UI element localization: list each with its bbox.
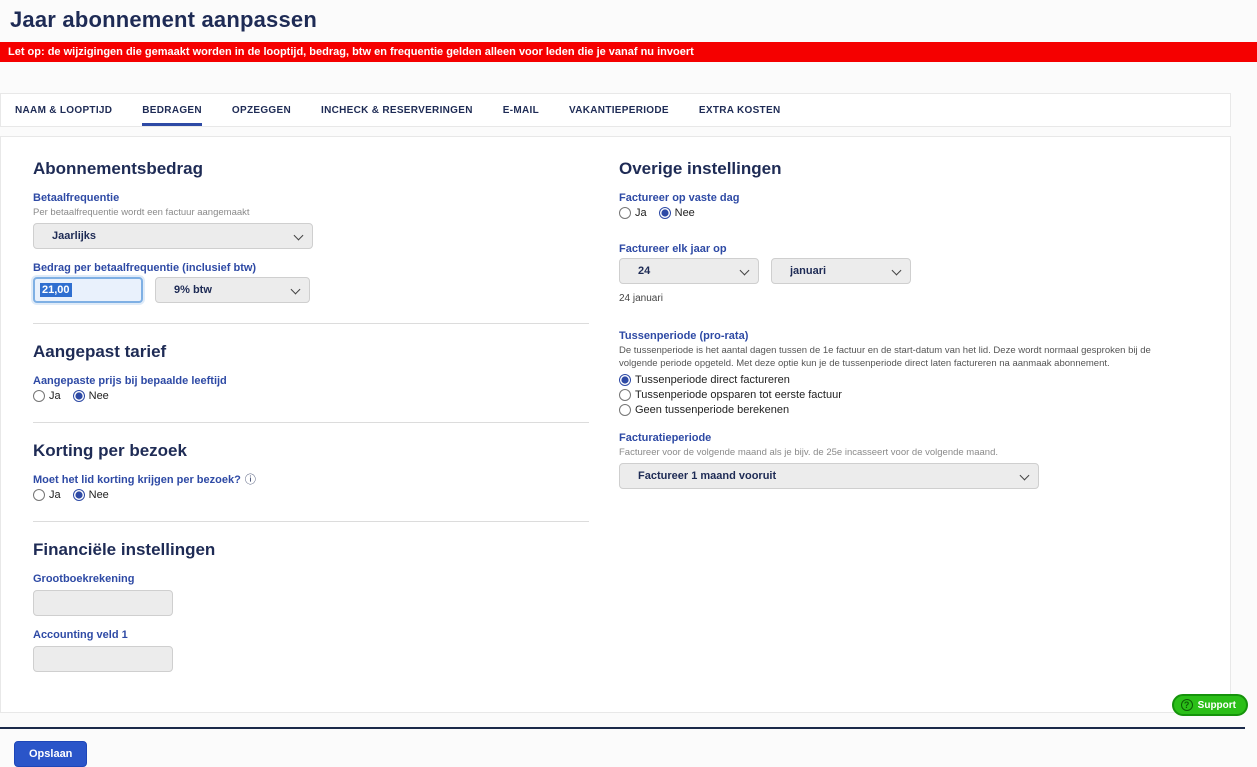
vaste-dag-label: Factureer op vaste dag	[619, 192, 740, 204]
tussenperiode-radios: Tussenperiode direct factureren Tussenpe…	[619, 374, 1200, 416]
tab-naam-looptijd[interactable]: NAAM & LOOPTIJD	[15, 94, 112, 126]
btw-select-wrap: 9% btw	[155, 277, 310, 303]
divider	[33, 422, 589, 423]
divider	[33, 521, 589, 522]
elk-jaar-label: Factureer elk jaar op	[619, 243, 727, 255]
financieel-heading: Financiële instellingen	[33, 540, 216, 559]
bedrag-row: 21,00 9% btw	[33, 277, 589, 303]
aangepast-tarief-nee[interactable]: Nee	[72, 390, 109, 402]
tussenperiode-direct[interactable]: Tussenperiode direct factureren	[619, 374, 1200, 386]
korting-label-text: Moet het lid korting krijgen per bezoek?	[33, 474, 241, 486]
vaste-dag-ja[interactable]: Ja	[619, 207, 647, 219]
korting-label: Moet het lid korting krijgen per bezoek?…	[33, 474, 589, 486]
korting-ja[interactable]: Ja	[33, 489, 61, 501]
left-column: Abonnementsbedrag Betaalfrequentie Per b…	[33, 141, 589, 672]
overige-instellingen-heading: Overige instellingen	[619, 159, 782, 178]
maand-select-wrap: januari	[771, 258, 911, 284]
radio-label: Tussenperiode direct factureren	[635, 374, 790, 386]
korting-nee[interactable]: Nee	[72, 489, 109, 501]
page-title: Jaar abonnement aanpassen	[10, 7, 318, 32]
dag-select-wrap: 24	[619, 258, 759, 284]
vaste-dag-nee[interactable]: Nee	[658, 207, 695, 219]
elk-jaar-summary: 24 januari	[619, 293, 663, 304]
info-icon: ⓘ	[244, 473, 256, 486]
bottom-divider	[0, 727, 1245, 729]
bedrag-value: 21,00	[40, 283, 72, 297]
radio-label: Nee	[88, 390, 109, 402]
bedrag-label: Bedrag per betaalfrequentie (inclusief b…	[33, 262, 257, 274]
tussenperiode-geen[interactable]: Geen tussenperiode berekenen	[619, 404, 1200, 416]
grootboek-label: Grootboekrekening	[33, 573, 135, 585]
betaalfrequentie-help: Per betaalfrequentie wordt een factuur a…	[33, 207, 250, 218]
tab-bedragen[interactable]: BEDRAGEN	[142, 94, 202, 126]
radio-label: Tussenperiode opsparen tot eerste factuu…	[635, 389, 842, 401]
tussenperiode-help: De tussenperiode is het aantal dagen tus…	[619, 345, 1151, 369]
abonnementsbedrag-heading: Abonnementsbedrag	[33, 159, 204, 178]
support-button[interactable]: ? Support	[1171, 694, 1248, 716]
aangepast-tarief-heading: Aangepast tarief	[33, 342, 167, 361]
warning-banner: Let op: de wijzigingen die gemaakt worde…	[0, 42, 1257, 62]
divider	[33, 323, 589, 324]
facturatieperiode-select-wrap: Factureer 1 maand vooruit	[619, 463, 1039, 489]
aangepast-tarief-nee-radio[interactable]	[72, 390, 85, 402]
elk-jaar-row: 24 januari	[619, 258, 1200, 284]
facturatieperiode-help: Factureer voor de volgende maand als je …	[619, 447, 998, 458]
accounting-label: Accounting veld 1	[33, 629, 128, 641]
grootboekrekening-input[interactable]	[33, 590, 173, 616]
tab-opzeggen[interactable]: OPZEGGEN	[232, 94, 291, 126]
tussenperiode-label: Tussenperiode (pro-rata)	[619, 330, 749, 342]
support-label: Support	[1197, 699, 1236, 711]
tab-incheck-reserveringen[interactable]: INCHECK & RESERVERINGEN	[321, 94, 473, 126]
tussenperiode-opsparen-radio[interactable]	[619, 389, 631, 401]
content-card: Abonnementsbedrag Betaalfrequentie Per b…	[0, 136, 1231, 713]
radio-label: Nee	[674, 207, 695, 219]
bedrag-input[interactable]: 21,00	[33, 277, 143, 303]
aangepast-tarief-radios: Ja Nee	[33, 390, 589, 402]
korting-radios: Ja Nee	[33, 489, 589, 501]
tussenperiode-direct-radio[interactable]	[619, 374, 631, 386]
facturatieperiode-select[interactable]: Factureer 1 maand vooruit	[619, 463, 1039, 489]
maand-select[interactable]: januari	[771, 258, 911, 284]
korting-nee-radio[interactable]	[72, 489, 85, 501]
btw-select[interactable]: 9% btw	[155, 277, 310, 303]
vaste-dag-ja-radio[interactable]	[619, 207, 631, 219]
tussenperiode-opsparen[interactable]: Tussenperiode opsparen tot eerste factuu…	[619, 389, 1200, 401]
vaste-dag-radios: Ja Nee	[619, 207, 1200, 219]
warning-text: Let op: de wijzigingen die gemaakt worde…	[8, 46, 694, 58]
facturatieperiode-label: Facturatieperiode	[619, 432, 712, 444]
accounting-veld-input[interactable]	[33, 646, 173, 672]
radio-label: Ja	[49, 390, 61, 402]
aangepast-tarief-ja[interactable]: Ja	[33, 390, 61, 402]
korting-heading: Korting per bezoek	[33, 441, 187, 460]
aangepast-tarief-ja-radio[interactable]	[33, 390, 45, 402]
betaalfrequentie-label: Betaalfrequentie	[33, 192, 120, 204]
vaste-dag-nee-radio[interactable]	[658, 207, 671, 219]
tab-extra-kosten[interactable]: EXTRA KOSTEN	[699, 94, 781, 126]
betaalfrequentie-select-wrap: Jaarlijks	[33, 223, 313, 249]
radio-label: Nee	[88, 489, 109, 501]
page: Jaar abonnement aanpassen Let op: de wij…	[0, 0, 1257, 767]
korting-ja-radio[interactable]	[33, 489, 45, 501]
aangepast-tarief-label: Aangepaste prijs bij bepaalde leeftijd	[33, 375, 227, 387]
tab-email[interactable]: E-MAIL	[503, 94, 539, 126]
question-icon: ?	[1180, 699, 1193, 711]
radio-label: Ja	[49, 489, 61, 501]
right-column: Overige instellingen Factureer op vaste …	[619, 141, 1200, 672]
radio-label: Ja	[635, 207, 647, 219]
radio-label: Geen tussenperiode berekenen	[635, 404, 790, 416]
tab-bar: NAAM & LOOPTIJD BEDRAGEN OPZEGGEN INCHEC…	[0, 93, 1231, 127]
tussenperiode-geen-radio[interactable]	[619, 404, 631, 416]
save-button[interactable]: Opslaan	[14, 741, 88, 767]
betaalfrequentie-select[interactable]: Jaarlijks	[33, 223, 313, 249]
tab-vakantieperiode[interactable]: VAKANTIEPERIODE	[569, 94, 669, 126]
dag-select[interactable]: 24	[619, 258, 759, 284]
